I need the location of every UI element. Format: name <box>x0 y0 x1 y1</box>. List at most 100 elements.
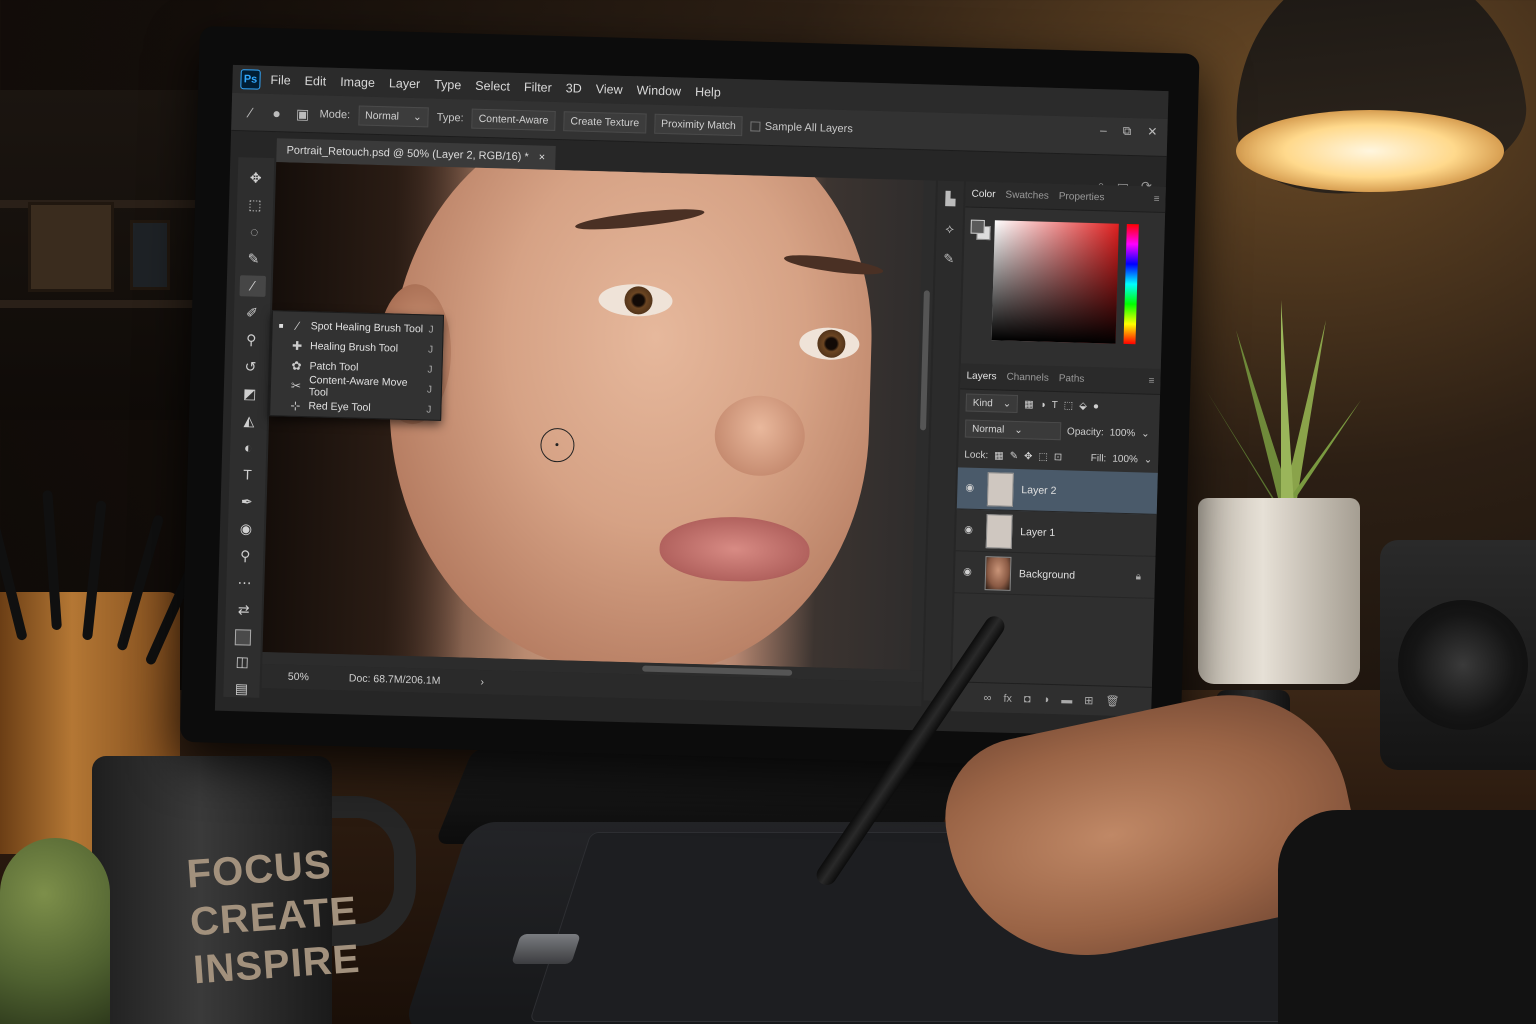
swap-colors-icon[interactable]: ⇄ <box>230 599 257 621</box>
spot-healing-preset-icon[interactable]: ⁄ <box>241 103 259 121</box>
tab-paths[interactable]: Paths <box>1059 373 1085 385</box>
menu-window[interactable]: Window <box>636 83 681 98</box>
close-document-icon[interactable]: × <box>539 152 546 164</box>
type-create-texture-button[interactable]: Create Texture <box>563 110 647 133</box>
menu-filter[interactable]: Filter <box>524 80 552 95</box>
document-title: Portrait_Retouch.psd @ 50% (Layer 2, RGB… <box>286 144 529 164</box>
chevron-down-icon[interactable]: ⌄ <box>1141 428 1150 439</box>
spot-healing-tool-icon[interactable]: ⁄ <box>239 275 267 297</box>
zoom-tool-icon[interactable]: ⚲ <box>232 545 259 567</box>
layer-row-background[interactable]: ◉ Background 🔒︎ <box>954 551 1156 599</box>
filter-smart-object-icon[interactable]: ⬙ <box>1079 400 1087 411</box>
menu-view[interactable]: View <box>596 82 623 97</box>
layer-row-layer-1[interactable]: ◉ Layer 1 <box>955 509 1157 557</box>
sample-all-layers-label: Sample All Layers <box>764 120 853 135</box>
hue-slider[interactable] <box>1123 223 1139 345</box>
lock-transparent-icon[interactable]: ▦ <box>994 450 1004 461</box>
restore-button[interactable]: ⧉ <box>1123 124 1132 139</box>
tab-properties[interactable]: Properties <box>1059 191 1105 203</box>
menu-layer[interactable]: Layer <box>389 76 421 91</box>
new-layer-icon[interactable]: ⊞ <box>1084 694 1094 707</box>
color-picker-field[interactable] <box>991 220 1119 344</box>
type-tool-icon[interactable]: T <box>234 464 261 486</box>
layer-style-icon[interactable]: fx <box>1003 692 1012 704</box>
type-proximity-match-button[interactable]: Proximity Match <box>653 113 744 136</box>
foreground-color-chip[interactable] <box>970 219 985 234</box>
menu-file[interactable]: File <box>270 73 291 88</box>
minimize-button[interactable]: – <box>1100 123 1107 138</box>
flyout-label: Healing Brush Tool <box>309 340 399 355</box>
menu-3d[interactable]: 3D <box>566 81 582 95</box>
menu-type[interactable]: Type <box>434 78 461 93</box>
move-tool-icon[interactable]: ✥ <box>242 167 269 189</box>
color-swatches[interactable] <box>230 626 257 646</box>
close-button[interactable]: ✕ <box>1147 124 1157 139</box>
lock-artboard-icon[interactable]: ⬚ <box>1038 451 1048 462</box>
quick-select-tool-icon[interactable]: ✎ <box>240 248 267 270</box>
delete-layer-icon[interactable]: 🗑︎ <box>1105 695 1119 708</box>
fill-value[interactable]: 100% <box>1112 453 1138 465</box>
filter-toggle-icon[interactable]: ● <box>1093 401 1099 412</box>
panel-menu-icon[interactable]: ≡ <box>1154 194 1160 205</box>
pen-tool-icon[interactable]: ✒ <box>233 491 260 513</box>
new-group-icon[interactable]: ▬ <box>1061 694 1072 706</box>
lock-position-icon[interactable]: ✥ <box>1024 451 1033 462</box>
quick-mask-icon[interactable]: ◫ <box>229 651 256 673</box>
brush-tool-icon[interactable]: ✐ <box>239 302 266 324</box>
layer-row-layer-2[interactable]: ◉ Layer 2 <box>956 467 1158 515</box>
clone-stamp-tool-icon[interactable]: ⚲ <box>238 329 265 351</box>
visibility-eye-icon[interactable]: ◉ <box>963 567 977 578</box>
type-content-aware-button[interactable]: Content-Aware <box>471 108 556 131</box>
layer-thumbnail <box>984 555 1012 591</box>
scroll-thumb[interactable] <box>919 290 930 431</box>
layer-filter-select[interactable]: Kind ⌄ <box>965 393 1019 413</box>
menu-edit[interactable]: Edit <box>304 74 326 89</box>
filter-shape-icon[interactable]: ⬚ <box>1064 400 1074 411</box>
paint-bucket-tool-icon[interactable]: ◭ <box>236 410 263 432</box>
screen-mode-icon[interactable]: ▤ <box>228 678 255 700</box>
tab-swatches[interactable]: Swatches <box>1005 190 1049 202</box>
visibility-eye-icon[interactable]: ◉ <box>965 483 979 494</box>
chevron-right-icon[interactable]: › <box>480 676 484 688</box>
filter-adjustment-icon[interactable]: ◑ <box>1039 399 1045 410</box>
sample-all-layers-checkbox[interactable]: Sample All Layers <box>750 120 853 135</box>
menu-image[interactable]: Image <box>340 75 375 90</box>
sleeve <box>1278 810 1536 1024</box>
chevron-down-icon[interactable]: ⌄ <box>1144 454 1153 465</box>
spot-healing-icon: ⁄ <box>296 318 299 333</box>
opacity-value[interactable]: 100% <box>1110 427 1136 439</box>
brush-settings-icon[interactable]: ● <box>267 103 285 121</box>
history-brush-tool-icon[interactable]: ↺ <box>237 356 264 378</box>
tab-color[interactable]: Color <box>971 189 995 201</box>
brush-panel-icon[interactable]: ✎ <box>943 251 954 267</box>
history-panel-icon[interactable]: ▙ <box>945 191 955 207</box>
blend-mode-select[interactable]: Normal ⌄ <box>964 419 1062 441</box>
filter-pixel-icon[interactable]: ▦ <box>1024 399 1034 410</box>
mode-select[interactable]: Normal ⌄ <box>357 104 430 127</box>
shape-tool-icon[interactable]: ◉ <box>233 518 260 540</box>
sample-mode-icon[interactable]: ▣ <box>293 104 311 122</box>
color-panel <box>961 207 1165 369</box>
menu-select[interactable]: Select <box>475 79 510 94</box>
zoom-level[interactable]: 50% <box>288 671 309 684</box>
eraser-tool-icon[interactable]: ◩ <box>236 383 263 405</box>
filter-type-icon[interactable]: T <box>1052 399 1058 410</box>
marquee-tool-icon[interactable]: ⬚ <box>242 194 269 216</box>
lock-all-icon[interactable]: ⊡ <box>1054 452 1063 463</box>
more-tools-icon[interactable]: ⋯ <box>231 572 258 594</box>
panel-menu-icon[interactable]: ≡ <box>1148 376 1154 387</box>
mode-label: Mode: <box>319 107 351 121</box>
foreground-color-swatch[interactable] <box>234 629 252 646</box>
dodge-tool-icon[interactable]: ◐ <box>235 437 262 459</box>
adjustment-layer-icon[interactable]: ◑ <box>1042 693 1049 705</box>
link-layers-icon[interactable]: ∞ <box>983 692 991 704</box>
add-mask-icon[interactable]: ◘ <box>1024 693 1031 705</box>
layer-name: Layer 2 <box>1021 483 1057 497</box>
tab-layers[interactable]: Layers <box>966 371 996 383</box>
adjustments-panel-icon[interactable]: ⟡ <box>945 221 954 237</box>
visibility-eye-icon[interactable]: ◉ <box>964 525 978 536</box>
lock-image-icon[interactable]: ✎ <box>1010 450 1019 461</box>
tab-channels[interactable]: Channels <box>1006 372 1049 384</box>
menu-help[interactable]: Help <box>695 85 721 100</box>
lasso-tool-icon[interactable]: ◌ <box>241 221 268 243</box>
